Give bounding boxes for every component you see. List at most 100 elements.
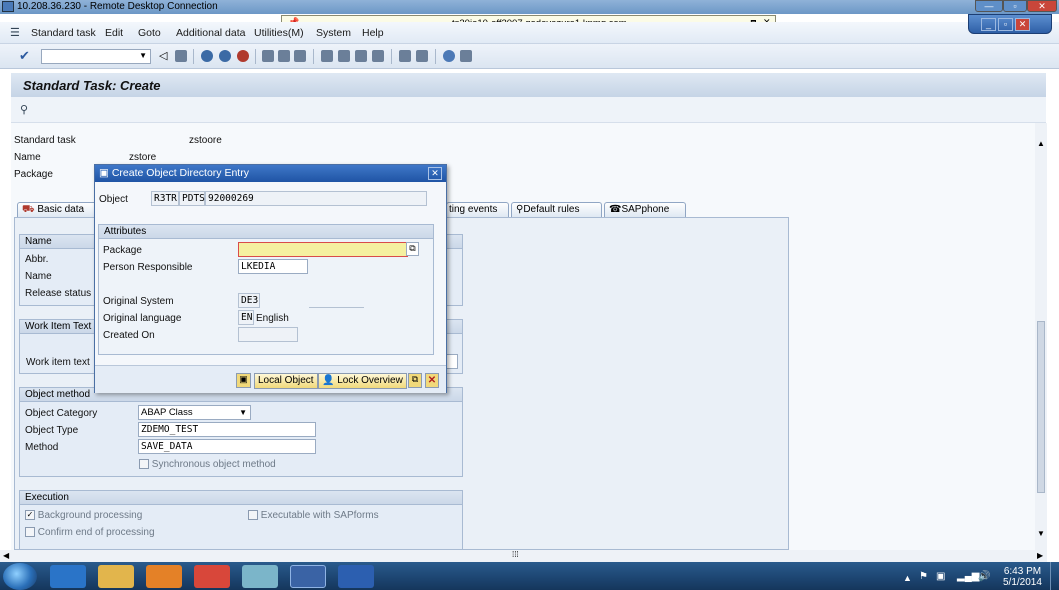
original-system-value: DE3 <box>238 293 260 308</box>
checkbox[interactable] <box>248 510 258 521</box>
menu-standard-task[interactable]: Standard task <box>31 27 96 39</box>
object-category-select[interactable]: ABAP Class ▼ <box>138 405 251 420</box>
name-label: Name <box>14 152 41 163</box>
last-page-icon[interactable] <box>372 50 384 62</box>
next-page-icon[interactable] <box>355 50 367 62</box>
menu-bar: ☰ Standard task Edit Goto Additional dat… <box>0 22 1059 44</box>
method-input[interactable]: SAVE_DATA <box>138 439 316 454</box>
enter-check-icon[interactable]: ✔ <box>19 48 30 64</box>
exit-icon[interactable] <box>219 50 231 62</box>
scroll-right-icon[interactable]: ▶ <box>1037 551 1043 560</box>
first-page-icon[interactable] <box>321 50 333 62</box>
release-status-label: Release status <box>25 288 92 299</box>
scroll-left-icon[interactable]: ◀ <box>3 551 9 560</box>
work-item-text-label: Work item text <box>26 357 90 368</box>
chrome-icon[interactable] <box>194 565 230 588</box>
clock[interactable]: 6:43 PM 5/1/2014 <box>1003 566 1042 588</box>
sapforms-checkbox[interactable]: Executable with SAPforms <box>248 510 379 521</box>
remote-desktop-icon[interactable] <box>290 565 326 588</box>
rdp-restore-button[interactable]: ▫ <box>1003 0 1027 12</box>
menu-additional-data[interactable]: Additional data <box>176 27 245 39</box>
work-item-text-field-end[interactable] <box>446 354 458 369</box>
command-field[interactable]: ▼ <box>41 49 151 64</box>
scroll-down-icon[interactable]: ▼ <box>1037 529 1045 538</box>
other-object-icon[interactable]: ⧉ <box>408 373 422 388</box>
rdp-close-button[interactable]: ✕ <box>1027 0 1057 12</box>
menu-system[interactable]: System <box>316 27 351 39</box>
shortcut-icon[interactable] <box>416 50 428 62</box>
start-button[interactable] <box>3 563 37 590</box>
local-object-button[interactable]: Local Object <box>254 373 318 389</box>
scroll-grip-icon[interactable]: ⁞⁞⁞ <box>512 550 519 559</box>
media-player-icon[interactable] <box>146 565 182 588</box>
save-icon[interactable] <box>175 50 187 62</box>
tab-basic-data[interactable]: ⛟ Basic data <box>17 202 98 218</box>
horizontal-scrollbar[interactable]: ◀ ⁞⁞⁞ ▶ <box>0 550 1047 562</box>
tab-icon: ⛟ <box>22 204 35 215</box>
person-responsible-input[interactable]: LKEDIA <box>238 259 308 274</box>
show-desktop-button[interactable] <box>1050 562 1059 590</box>
package-input[interactable] <box>238 242 408 257</box>
object-type-input[interactable]: ZDEMO_TEST <box>138 422 316 437</box>
find-next-icon[interactable] <box>294 50 306 62</box>
object-label: Object <box>99 194 128 205</box>
rdp-minimize-button[interactable]: — <box>975 0 1003 12</box>
tab-sapphone[interactable]: ☎SAPphone <box>604 202 686 218</box>
layout-menu-icon[interactable] <box>460 50 472 62</box>
sap-close-button[interactable]: ✕ <box>1015 18 1030 31</box>
confirm-end-checkbox[interactable]: Confirm end of processing <box>25 527 155 538</box>
checkbox[interactable] <box>25 527 35 538</box>
lock-overview-button[interactable]: 👤 Lock Overview <box>318 373 407 389</box>
dialog-title-bar[interactable]: ▣ Create Object Directory Entry <box>95 165 446 182</box>
menu-utilities[interactable]: Utilities(M) <box>254 27 304 39</box>
toolbar-separator <box>391 49 392 64</box>
sap-minimize-button[interactable]: _ <box>981 18 996 31</box>
notepad-icon[interactable] <box>242 565 278 588</box>
internet-explorer-icon[interactable] <box>50 565 86 588</box>
previous-page-icon[interactable] <box>338 50 350 62</box>
name-value: zstore <box>129 152 157 163</box>
cancel-icon[interactable] <box>237 50 249 62</box>
tray-up-icon[interactable]: ▲ <box>903 573 912 583</box>
save-icon[interactable]: ▣ <box>236 373 251 388</box>
original-language-label: Original language <box>103 313 182 324</box>
find-icon[interactable] <box>278 50 290 62</box>
phone-icon: ☎ <box>609 204 622 215</box>
word-icon[interactable] <box>338 565 374 588</box>
file-explorer-icon[interactable] <box>98 565 134 588</box>
volume-icon[interactable]: 🔊 <box>978 571 990 582</box>
rdp-title: 10.208.36.230 - Remote Desktop Connectio… <box>17 1 218 12</box>
person-responsible-label: Person Responsible <box>103 262 193 273</box>
created-on-label: Created On <box>103 330 155 341</box>
tab-default-rules[interactable]: ⚲Default rules <box>511 202 602 218</box>
chevron-down-icon: ▼ <box>239 408 247 417</box>
menu-goto[interactable]: Goto <box>138 27 161 39</box>
checkbox[interactable] <box>139 459 149 470</box>
dialog-close-button[interactable]: ✕ <box>428 167 442 180</box>
vertical-scrollbar[interactable]: ▲ ▼ <box>1035 123 1047 550</box>
flag-icon[interactable]: ⚑ <box>919 571 928 582</box>
toolbar-separator <box>313 49 314 64</box>
menu-edit[interactable]: Edit <box>105 27 123 39</box>
scroll-up-icon[interactable]: ▲ <box>1037 139 1045 148</box>
sap-restore-button[interactable]: ▫ <box>998 18 1013 31</box>
help-icon[interactable] <box>443 50 455 62</box>
checkbox-checked[interactable]: ✓ <box>25 510 35 521</box>
org-icon[interactable]: ⚲ <box>20 103 28 116</box>
background-processing-checkbox[interactable]: ✓ Background processing <box>25 510 142 521</box>
print-icon[interactable] <box>262 50 274 62</box>
toolbar-separator <box>255 49 256 64</box>
scroll-thumb[interactable] <box>1037 321 1045 493</box>
original-system-label: Original System <box>103 296 174 307</box>
back-arrow-icon[interactable]: ◁ <box>159 49 167 62</box>
network-icon[interactable]: ▣ <box>936 571 945 582</box>
cancel-icon[interactable]: ✕ <box>425 373 439 388</box>
new-session-icon[interactable] <box>399 50 411 62</box>
menu-icon[interactable]: ☰ <box>10 26 20 39</box>
value-help-icon[interactable]: ⧉ <box>406 242 419 256</box>
back-icon[interactable] <box>201 50 213 62</box>
signal-icon[interactable]: ▂▄▆ <box>957 571 979 582</box>
tab-triggering-events[interactable]: ting events <box>446 202 509 218</box>
menu-help[interactable]: Help <box>362 27 384 39</box>
sync-method-checkbox[interactable]: Synchronous object method <box>139 459 276 470</box>
